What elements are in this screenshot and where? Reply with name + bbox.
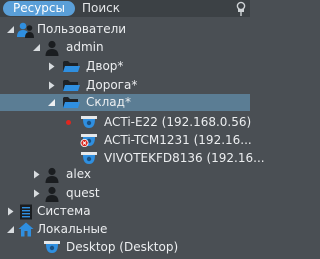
tree-item-admin[interactable]: admin — [0, 39, 250, 56]
tab-bar: Ресурсы Поиск — [0, 0, 250, 17]
resource-tree: Пользователи admin Двор* Дорога* Склад* … — [0, 17, 265, 259]
tree-item-label: Локальные — [37, 222, 108, 236]
chevron-expanded-icon[interactable] — [47, 98, 56, 107]
chevron-expanded-icon[interactable] — [32, 43, 41, 52]
tree-item-camera[interactable]: VIVOTEKFD8136 (192.16... — [0, 150, 265, 167]
tree-item-label: ACTi-TCM1231 (192.16... — [104, 133, 252, 147]
folder-icon — [63, 61, 80, 72]
tree-item-label: VIVOTEKFD8136 (192.16... — [104, 151, 265, 165]
recording-indicator — [66, 120, 71, 125]
tree-item-label: quest — [66, 186, 100, 200]
tree-item-label: Дорога* — [86, 78, 138, 92]
tree-item-alex[interactable]: alex — [0, 166, 250, 183]
pin-icon[interactable] — [234, 1, 248, 17]
tree-item-dvor[interactable]: Двор* — [0, 58, 250, 75]
chevron-right-icon[interactable] — [47, 62, 56, 71]
tree-item-camera[interactable]: ACTi-TCM1231 (192.16... — [0, 132, 252, 149]
dome-camera-icon — [81, 116, 97, 128]
users-icon — [17, 22, 34, 38]
folder-icon — [63, 97, 80, 108]
chevron-right-icon[interactable] — [6, 207, 15, 216]
chevron-right-icon[interactable] — [47, 81, 56, 90]
tree-item-camera[interactable]: ACTi-E22 (192.168.0.56) — [0, 114, 252, 131]
chevron-expanded-icon[interactable] — [6, 25, 15, 34]
tree-item-quest[interactable]: quest — [0, 185, 250, 202]
tree-item-label: Двор* — [86, 59, 124, 73]
tree-item-desktop[interactable]: Desktop (Desktop) — [0, 239, 250, 256]
user-icon — [45, 40, 59, 56]
tab-search[interactable]: Поиск — [82, 1, 120, 16]
tree-item-label: ACTi-E22 (192.168.0.56) — [104, 115, 252, 129]
user-icon — [45, 167, 59, 183]
tree-item-label: Система — [37, 204, 91, 218]
tree-item-system[interactable]: Система — [0, 203, 250, 220]
dome-camera-icon — [81, 152, 97, 164]
user-icon — [45, 186, 59, 202]
tab-resources[interactable]: Ресурсы — [3, 1, 75, 16]
tree-item-users[interactable]: Пользователи — [0, 21, 250, 38]
tree-item-label: Desktop (Desktop) — [66, 240, 179, 254]
tree-item-label: Пользователи — [37, 22, 127, 36]
tree-item-label: admin — [66, 40, 104, 54]
dome-camera-error-icon — [80, 134, 97, 147]
folder-icon — [63, 80, 80, 91]
home-icon — [18, 222, 34, 237]
tree-item-doroga[interactable]: Дорога* — [0, 77, 250, 94]
tree-item-sklad[interactable]: Склад* — [0, 94, 250, 111]
dome-camera-icon — [44, 241, 60, 253]
tree-item-local[interactable]: Локальные — [0, 221, 250, 238]
tree-item-label: alex — [66, 167, 91, 181]
chevron-right-icon[interactable] — [32, 170, 41, 179]
chevron-expanded-icon[interactable] — [6, 225, 15, 234]
tree-item-label: Склад* — [86, 95, 131, 109]
chevron-right-icon[interactable] — [32, 189, 41, 198]
server-icon — [20, 204, 32, 220]
